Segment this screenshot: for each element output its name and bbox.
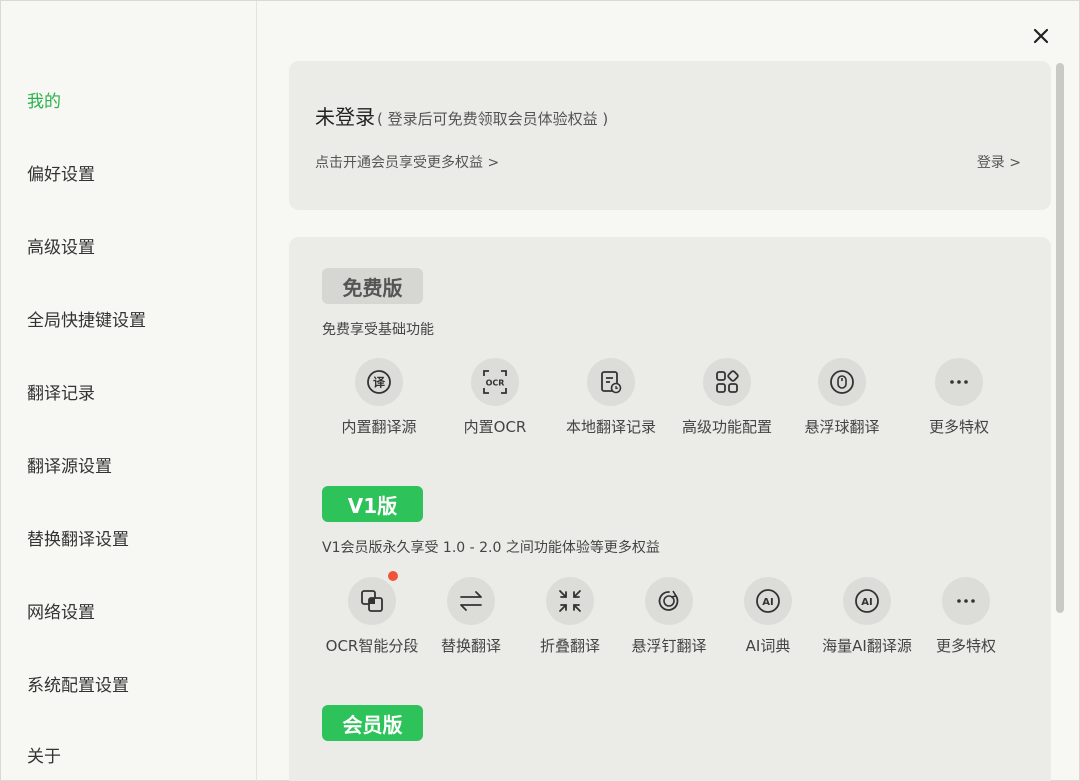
- sidebar-item-hotkeys[interactable]: 全局快捷键设置: [27, 306, 146, 331]
- plans-card: 免费版 免费享受基础功能 译 内置翻译源 OCR 内置OCR 本地翻译记录 高级…: [289, 237, 1051, 781]
- sidebar-item-network[interactable]: 网络设置: [27, 598, 95, 623]
- layers-icon: [348, 571, 398, 625]
- feature-more[interactable]: 更多特权: [904, 358, 1014, 437]
- feature-builtin-ocr[interactable]: OCR 内置OCR: [440, 358, 550, 437]
- mouse-icon: [818, 358, 866, 406]
- v1-plan-desc: V1会员版永久享受 1.0 - 2.0 之间功能体验等更多权益: [322, 540, 660, 556]
- sidebar-item-mine[interactable]: 我的: [27, 87, 61, 112]
- feature-label: 悬浮钉翻译: [631, 637, 707, 655]
- sidebar-item-preferences[interactable]: 偏好设置: [27, 160, 95, 185]
- feature-label: 内置OCR: [463, 418, 527, 436]
- svg-text:OCR: OCR: [486, 379, 505, 388]
- svg-text:AI: AI: [861, 597, 872, 608]
- feature-builtin-source[interactable]: 译 内置翻译源: [324, 358, 434, 437]
- member-plan-badge: 会员版: [322, 705, 423, 741]
- feature-more-v1[interactable]: 更多特权: [911, 577, 1021, 656]
- sidebar: 我的 偏好设置 高级设置 全局快捷键设置 翻译记录 翻译源设置 替换翻译设置 网…: [1, 1, 257, 781]
- ocr-icon: OCR: [471, 358, 519, 406]
- feature-collapse-translate[interactable]: 折叠翻译: [515, 577, 625, 656]
- ai-icon: AI: [744, 577, 792, 625]
- grid-icon: [703, 358, 751, 406]
- feature-label: 高级功能配置: [681, 418, 772, 436]
- svg-text:AI: AI: [762, 597, 773, 608]
- feature-pin-translate[interactable]: 悬浮钉翻译: [614, 577, 724, 656]
- login-card: 未登录( 登录后可免费领取会员体验权益 ) 点击开通会员享受更多权益 > 登录 …: [289, 61, 1051, 210]
- member-upgrade-link[interactable]: 点击开通会员享受更多权益 >: [315, 152, 499, 172]
- sidebar-item-history[interactable]: 翻译记录: [27, 379, 95, 404]
- feature-label: 悬浮球翻译: [804, 418, 880, 436]
- feature-label: 本地翻译记录: [565, 418, 656, 436]
- close-button[interactable]: [1025, 20, 1057, 52]
- sidebar-item-replace[interactable]: 替换翻译设置: [27, 525, 129, 550]
- feature-ai-dictionary[interactable]: AI AI词典: [713, 577, 823, 656]
- feature-label: 折叠翻译: [539, 637, 600, 655]
- sidebar-item-system[interactable]: 系统配置设置: [27, 671, 129, 696]
- sidebar-item-about[interactable]: 关于: [27, 742, 61, 767]
- sidebar-item-sources[interactable]: 翻译源设置: [27, 452, 112, 477]
- history-icon: [587, 358, 635, 406]
- settings-window: 我的 偏好设置 高级设置 全局快捷键设置 翻译记录 翻译源设置 替换翻译设置 网…: [0, 0, 1080, 781]
- pin-icon: [645, 577, 693, 625]
- scrollbar[interactable]: [1056, 63, 1064, 613]
- translate-icon: 译: [355, 358, 403, 406]
- feature-label: 替换翻译: [440, 637, 501, 655]
- feature-label: 更多特权: [928, 418, 989, 436]
- collapse-icon: [546, 577, 594, 625]
- feature-advanced-config[interactable]: 高级功能配置: [672, 358, 782, 437]
- feature-label: OCR智能分段: [325, 637, 419, 655]
- more-icon: [942, 577, 990, 625]
- notification-dot: [388, 571, 398, 581]
- feature-label: AI词典: [745, 637, 791, 655]
- svg-text:译: 译: [373, 376, 386, 390]
- swap-icon: [447, 577, 495, 625]
- feature-ai-sources[interactable]: AI 海量AI翻译源: [812, 577, 922, 656]
- ai-icon: AI: [843, 577, 891, 625]
- sidebar-item-advanced[interactable]: 高级设置: [27, 233, 95, 258]
- login-status-text: 未登录: [315, 105, 375, 129]
- login-link[interactable]: 登录 >: [977, 152, 1021, 172]
- v1-plan-badge: V1版: [322, 486, 423, 522]
- feature-label: 更多特权: [935, 637, 996, 655]
- feature-float-ball[interactable]: 悬浮球翻译: [787, 358, 897, 437]
- free-plan-desc: 免费享受基础功能: [322, 322, 434, 338]
- feature-ocr-segment[interactable]: OCR智能分段: [317, 571, 427, 656]
- free-plan-badge: 免费版: [322, 268, 423, 304]
- more-icon: [935, 358, 983, 406]
- feature-local-history[interactable]: 本地翻译记录: [556, 358, 666, 437]
- close-icon: [1033, 28, 1049, 44]
- feature-label: 内置翻译源: [341, 418, 417, 436]
- login-hint: ( 登录后可免费领取会员体验权益 ): [377, 110, 609, 128]
- feature-label: 海量AI翻译源: [822, 637, 912, 655]
- login-status: 未登录( 登录后可免费领取会员体验权益 ): [315, 101, 608, 130]
- feature-replace-translate[interactable]: 替换翻译: [416, 577, 526, 656]
